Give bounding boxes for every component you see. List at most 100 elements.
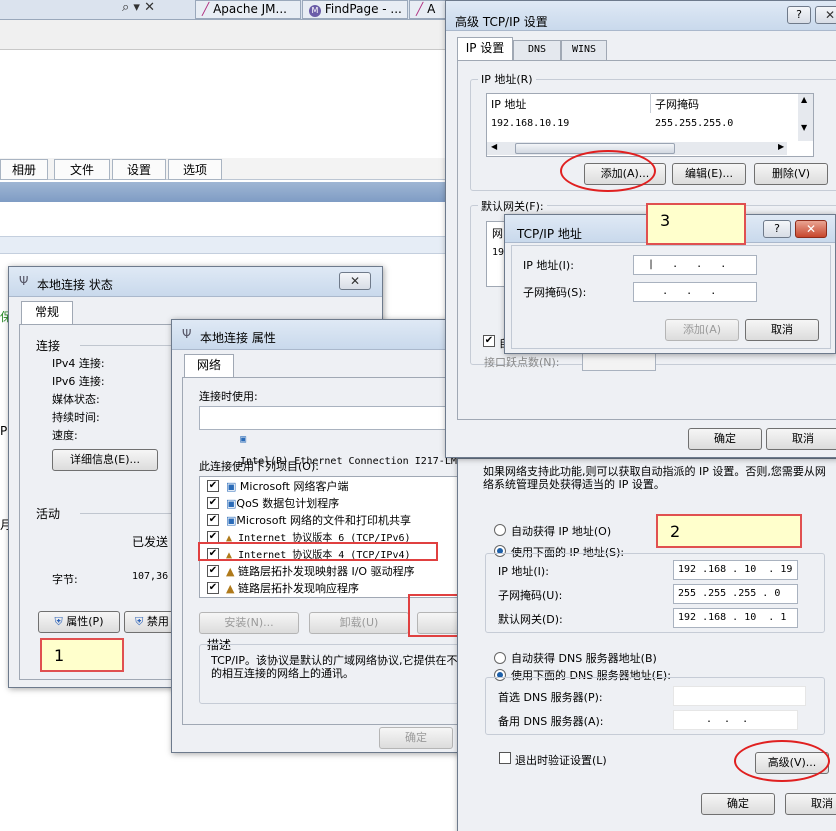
auto-ip-label[interactable]: 自动获得 IP 地址(O) bbox=[511, 523, 611, 539]
dns1-label: 首选 DNS 服务器(P): bbox=[498, 691, 603, 704]
tcpip-ip-label: IP 地址(I): bbox=[523, 259, 574, 272]
adapter-icon: ▣ bbox=[240, 434, 247, 445]
props-title: 本地连接 属性 bbox=[200, 331, 276, 345]
ipv4-cancel-button[interactable]: 取消 bbox=[785, 793, 836, 815]
browser-search-icons[interactable]: ⌕ ▾ ✕ bbox=[122, 0, 155, 15]
advanced-button-highlight bbox=[734, 740, 830, 782]
tab-ip-settings[interactable]: IP 设置 bbox=[457, 37, 513, 61]
bg-tab-file[interactable]: 文件 bbox=[54, 159, 110, 180]
bg-tab-options[interactable]: 选项 bbox=[168, 159, 222, 180]
props-titlebar: Ψ 本地连接 属性 bbox=[172, 320, 470, 350]
edit-ip-button[interactable]: 编辑(E)... bbox=[672, 163, 746, 185]
status-properties-button[interactable]: ⛨ 属性(P) bbox=[38, 611, 120, 633]
scroll-right-arrow-icon[interactable]: ▶ bbox=[778, 142, 784, 151]
tab-wins[interactable]: WINS bbox=[561, 40, 607, 60]
tab-dns[interactable]: DNS bbox=[513, 40, 561, 60]
tcpip-close-button[interactable]: ✕ bbox=[795, 220, 827, 238]
auto-metric-checkbox[interactable]: ✔ bbox=[483, 335, 495, 347]
ip-list-row-mask[interactable]: 255.255.255.0 bbox=[655, 118, 733, 129]
browser-tab-label: Apache JM... bbox=[213, 2, 287, 16]
network-icon: Ψ bbox=[19, 274, 29, 288]
component-item[interactable]: ▣QoS 数据包计划程序 bbox=[226, 495, 339, 511]
media-label: 媒体状态: bbox=[52, 393, 100, 406]
annotation-step-2: 2 bbox=[656, 514, 802, 548]
ipv4-ok-button[interactable]: 确定 bbox=[701, 793, 775, 815]
dns2-label: 备用 DNS 服务器(A): bbox=[498, 715, 604, 728]
component-item[interactable]: ▣Microsoft 网络的文件和打印机共享 bbox=[226, 512, 411, 528]
sent-label: 已发送 bbox=[132, 535, 169, 549]
section-activity: 活动 bbox=[36, 507, 61, 521]
shield-icon: ⛨ bbox=[54, 615, 63, 628]
help-icon: ? bbox=[774, 222, 780, 235]
auto-dns-label[interactable]: 自动获得 DNS 服务器地址(B) bbox=[511, 650, 657, 666]
metric-field[interactable] bbox=[582, 351, 656, 371]
component-checkbox[interactable]: ✔ bbox=[207, 514, 219, 526]
client-icon: ▣ bbox=[226, 480, 237, 493]
component-checkbox[interactable]: ✔ bbox=[207, 582, 219, 594]
protocol-icon: ▲ bbox=[226, 582, 235, 595]
feather-icon: ╱ bbox=[416, 2, 424, 16]
validate-checkbox[interactable] bbox=[499, 752, 511, 764]
help-icon: ? bbox=[796, 8, 802, 21]
install-button[interactable]: 安装(N)... bbox=[199, 612, 299, 634]
ip-list-row-ip[interactable]: 192.168.10.19 bbox=[491, 118, 569, 129]
details-button[interactable]: 详细信息(E)... bbox=[52, 449, 158, 471]
desc-text: TCP/IP。该协议是默认的广域网络协议,它提供在不同的相互连接的网络上的通讯。 bbox=[211, 654, 469, 680]
dns2-field[interactable]: . . . bbox=[673, 710, 798, 730]
scroll-left-arrow-icon[interactable]: ◀ bbox=[491, 142, 497, 151]
status-titlebar: Ψ 本地连接 状态 ✕ bbox=[9, 267, 382, 297]
component-item[interactable]: ▲ 链路层拓扑发现响应程序 bbox=[226, 580, 359, 596]
bg-header-bar bbox=[0, 182, 445, 202]
browser-tab-jmeter[interactable]: ╱ Apache JM... bbox=[195, 0, 301, 19]
ip-list-header-mask: 子网掩码 bbox=[655, 98, 699, 111]
scroll-down-arrow-icon[interactable]: ▼ bbox=[801, 123, 807, 132]
bg-tab-album[interactable]: 相册 bbox=[0, 159, 48, 180]
adapter-field: ▣ Intel(R) Ethernet Connection I217-LM bbox=[199, 406, 479, 467]
ip-address-field[interactable]: 192 .168 . 10 . 19 bbox=[673, 560, 798, 580]
bytes-label: 字节: bbox=[52, 573, 78, 586]
ip-list-header-ip: IP 地址 bbox=[491, 98, 527, 111]
validate-label[interactable]: 退出时验证设置(L) bbox=[515, 752, 607, 768]
gateway-label: 默认网关(D): bbox=[498, 613, 563, 626]
component-checkbox[interactable]: ✔ bbox=[207, 565, 219, 577]
component-label: Microsoft 网络客户端 bbox=[239, 480, 349, 493]
subnet-mask-field[interactable]: 255 .255 .255 . 0 bbox=[673, 584, 798, 604]
properties-label: 属性(P) bbox=[66, 615, 104, 628]
tcpip-add-button[interactable]: 添加(A) bbox=[665, 319, 739, 341]
component-checkbox[interactable]: ✔ bbox=[207, 480, 219, 492]
tcpip-ip-field[interactable]: | . . . bbox=[633, 255, 757, 275]
tab-general[interactable]: 常规 bbox=[21, 301, 73, 325]
bg-band bbox=[0, 236, 445, 254]
help-button[interactable]: ? bbox=[787, 6, 811, 24]
browser-tab-findpage[interactable]: M FindPage - ... bbox=[302, 0, 408, 19]
props-ok-button[interactable]: 确定 bbox=[379, 727, 453, 749]
dns1-field[interactable] bbox=[673, 686, 806, 706]
tcpip-cancel-button[interactable]: 取消 bbox=[745, 319, 819, 341]
browser-tab-third[interactable]: ╱ A bbox=[409, 0, 449, 19]
tcpip-help-button[interactable]: ? bbox=[763, 220, 791, 238]
component-label: 链路层拓扑发现响应程序 bbox=[237, 582, 359, 595]
bg-tab-settings[interactable]: 设置 bbox=[112, 159, 166, 180]
component-item[interactable]: ▣ Microsoft 网络客户端 bbox=[226, 478, 348, 494]
close-icon: ✕ bbox=[824, 8, 836, 22]
scroll-up-arrow-icon[interactable]: ▲ bbox=[801, 95, 807, 104]
advanced-cancel-button[interactable]: 取消 bbox=[766, 428, 836, 450]
status-close-button[interactable]: ✕ bbox=[339, 272, 371, 290]
speed-label: 速度: bbox=[52, 429, 78, 442]
auto-ip-radio[interactable] bbox=[494, 524, 506, 536]
tcpip-mask-field[interactable]: . . . bbox=[633, 282, 757, 302]
component-checkbox[interactable]: ✔ bbox=[207, 497, 219, 509]
gateway-field[interactable]: 192 .168 . 10 . 1 bbox=[673, 608, 798, 628]
delete-ip-button[interactable]: 删除(V) bbox=[754, 163, 828, 185]
connect-using-label: 连接时使用: bbox=[199, 390, 258, 403]
network-icon: Ψ bbox=[182, 327, 192, 341]
add-button-highlight bbox=[560, 150, 656, 192]
component-item[interactable]: ▲ 链路层拓扑发现映射器 I/O 驱动程序 bbox=[226, 563, 415, 579]
ipv4-highlight-box bbox=[198, 542, 438, 561]
auto-dns-radio[interactable] bbox=[494, 652, 506, 664]
advanced-close-button[interactable]: ✕ bbox=[815, 6, 836, 24]
advanced-ok-button[interactable]: 确定 bbox=[688, 428, 762, 450]
uninstall-button[interactable]: 卸载(U) bbox=[309, 612, 409, 634]
gateway-group-title: 默认网关(F): bbox=[478, 198, 547, 214]
tab-network[interactable]: 网络 bbox=[184, 354, 234, 378]
